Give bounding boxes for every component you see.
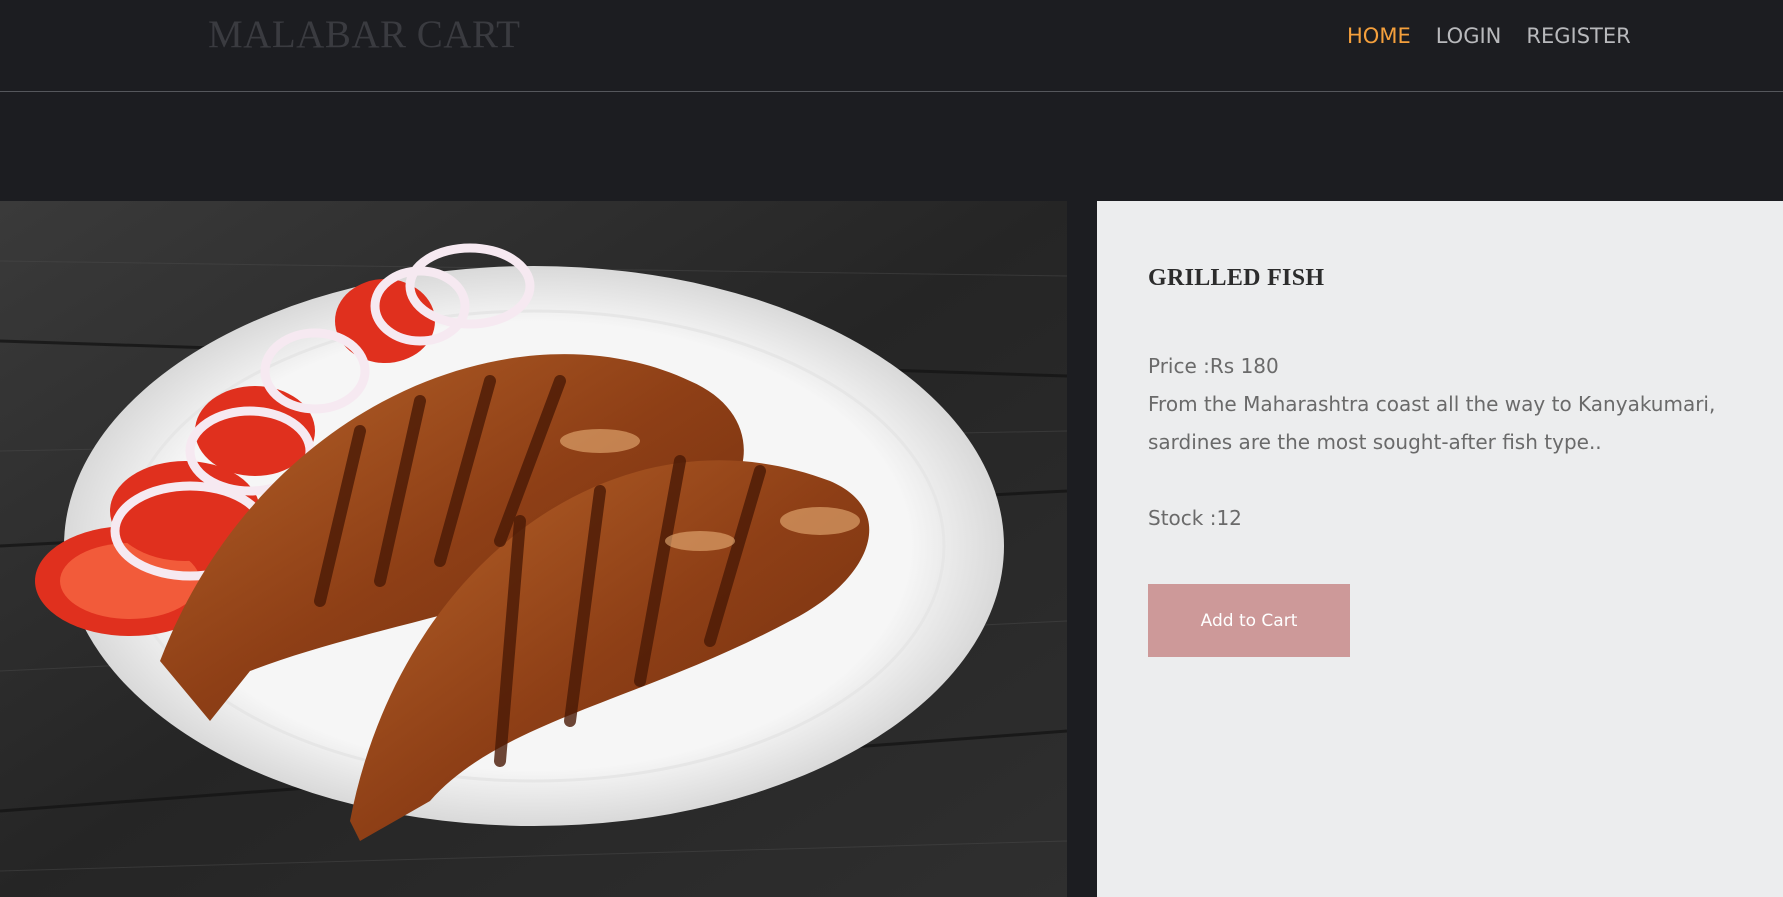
nav-login-link[interactable]: LOGIN — [1436, 24, 1502, 48]
price-row: Price :Rs 180 — [1148, 347, 1748, 385]
product-description: From the Maharashtra coast all the way t… — [1148, 392, 1716, 454]
stock-label: Stock : — [1148, 506, 1217, 530]
grilled-fish-photo-icon — [0, 201, 1067, 897]
stock-value: 12 — [1216, 506, 1242, 530]
stock-row: Stock :12 — [1148, 506, 1242, 530]
nav-register-link[interactable]: REGISTER — [1526, 24, 1630, 48]
price-value: Rs 180 — [1209, 354, 1279, 378]
product-info: Price :Rs 180 From the Maharashtra coast… — [1148, 347, 1748, 461]
product-details-panel: GRILLED FISH Price :Rs 180 From the Maha… — [1097, 201, 1783, 897]
add-to-cart-button[interactable]: Add to Cart — [1148, 584, 1350, 657]
nav-home-link[interactable]: HOME — [1347, 24, 1411, 48]
price-label: Price : — [1148, 354, 1210, 378]
top-navbar: MALABAR CART HOME LOGIN REGISTER — [0, 0, 1783, 92]
product-title: GRILLED FISH — [1148, 265, 1325, 291]
product-image — [0, 201, 1067, 897]
nav-links: HOME LOGIN REGISTER — [1347, 24, 1631, 48]
brand-logo[interactable]: MALABAR CART — [208, 12, 520, 57]
